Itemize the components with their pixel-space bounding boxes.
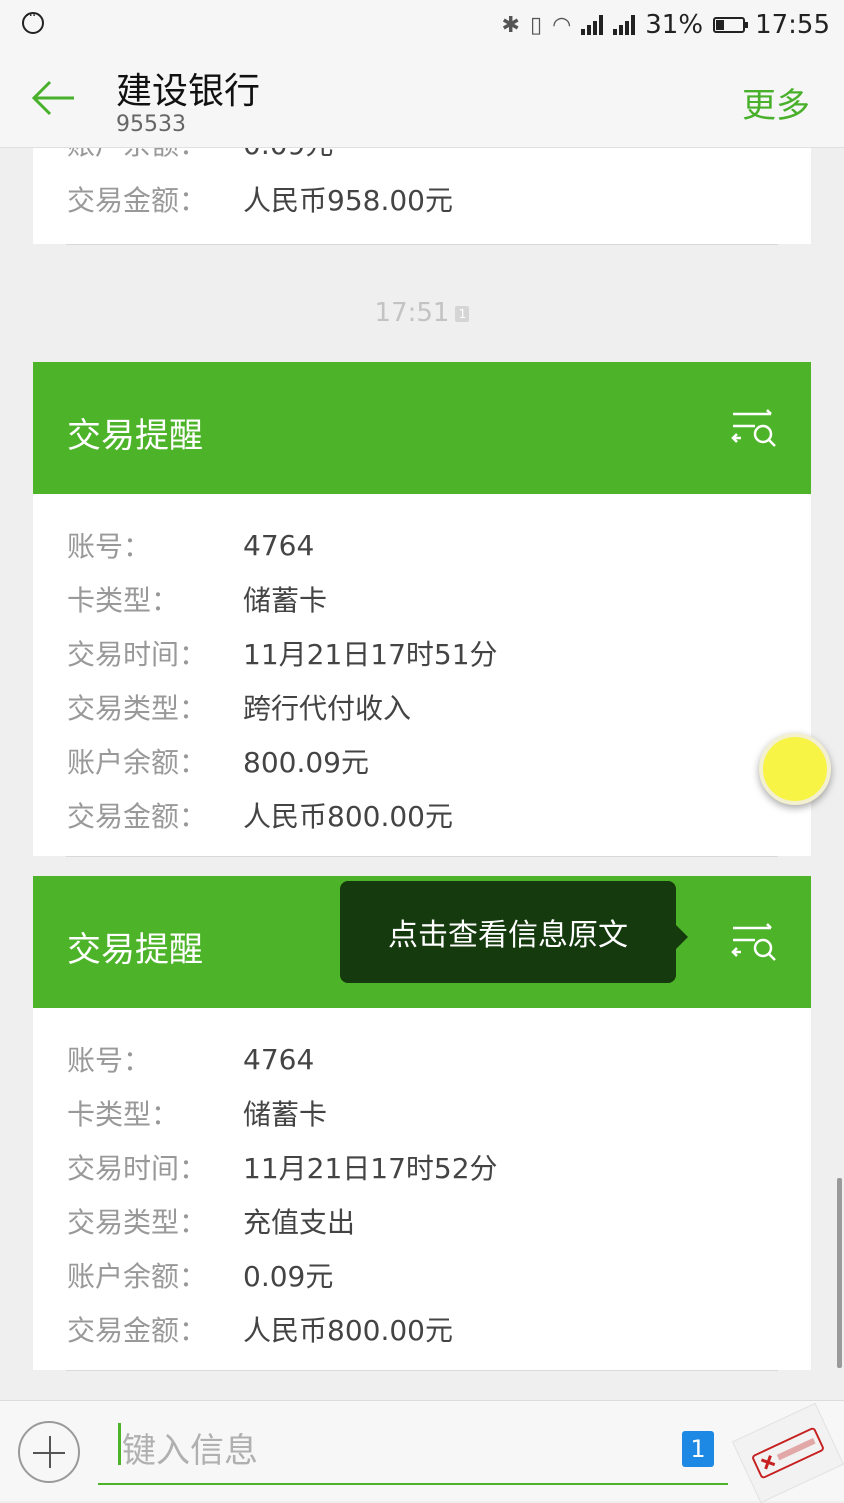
row-value: 充值支出 (243, 1206, 356, 1239)
table-row: 交易时间： 11月21日17时51分 (33, 626, 811, 680)
card-rows: 交易金额： 人民币958.00元 (33, 172, 811, 226)
back-arrow-icon[interactable] (30, 78, 76, 118)
row-label: 卡类型： (67, 1098, 180, 1131)
row-value: 人民币958.00元 (243, 184, 453, 217)
card-title: 交易提醒 (67, 930, 203, 970)
more-button[interactable]: 更多 (742, 78, 810, 127)
table-row: 交易金额： 人民币958.00元 (33, 172, 811, 226)
row-value: 储蓄卡 (243, 1098, 328, 1131)
tooltip-text: 点击查看信息原文 (388, 918, 628, 953)
divider (66, 244, 778, 245)
cut-off-row: 账户余额： 0.09元 (33, 146, 811, 172)
sim-indicator-icon: 1 (455, 305, 470, 322)
bluetooth-icon: ✱ (501, 12, 520, 38)
contact-name[interactable]: 建设银行 (116, 62, 260, 114)
status-bar: ✱ ▯ ◠ 31% 17:55 (0, 0, 844, 50)
message-composer: 键入信息 1 (0, 1400, 844, 1503)
row-label: 交易时间： (67, 638, 208, 671)
view-original-tooltip: 点击查看信息原文 (340, 881, 688, 983)
table-row: 账号： 4764 (33, 1032, 811, 1086)
row-label: 账户余额： (67, 146, 243, 163)
row-value: 人民币800.00元 (243, 1314, 453, 1347)
text-caret (118, 1423, 121, 1465)
row-label: 交易金额： (67, 800, 208, 833)
vibrate-off-icon: ▯ (529, 12, 543, 38)
table-row: 卡类型： 储蓄卡 (33, 1086, 811, 1140)
card-title: 交易提醒 (67, 416, 203, 456)
message-card-partial[interactable]: 账户余额： 0.09元 交易金额： 人民币958.00元 (33, 146, 811, 245)
row-label: 账户余额： (67, 1260, 208, 1293)
table-row: 交易类型： 充值支出 (33, 1194, 811, 1248)
watermark-logo (731, 1402, 844, 1503)
input-placeholder: 键入信息 (122, 1431, 258, 1471)
battery-icon (713, 17, 749, 33)
table-row: 交易金额： 人民币800.00元 (33, 1302, 811, 1356)
row-label: 交易类型： (67, 692, 208, 725)
clock: 17:55 (755, 10, 830, 40)
row-value: 4764 (243, 1042, 315, 1076)
row-value: 人民币800.00元 (243, 800, 453, 833)
row-label: 交易金额： (67, 1314, 208, 1347)
card-rows: 账号： 4764 卡类型： 储蓄卡 交易时间： 11月21日17时52分 交易类型： 充… (33, 1008, 811, 1356)
row-label: 卡类型： (67, 584, 180, 617)
status-icons: ✱ ▯ ◠ 31% 17:55 (502, 8, 830, 42)
row-value: 11月21日17时51分 (243, 638, 498, 671)
row-label: 交易金额： (67, 184, 208, 217)
divider (66, 856, 778, 857)
table-row: 卡类型： 储蓄卡 (33, 572, 811, 626)
table-row: 账号： 4764 (33, 518, 811, 572)
card-header: 交易提醒 (33, 362, 811, 494)
signal-icon (581, 15, 604, 35)
row-value: 0.09元 (243, 146, 333, 163)
row-label: 账号： (67, 1044, 152, 1077)
sim-select-button[interactable]: 1 (682, 1431, 714, 1467)
row-value: 储蓄卡 (243, 584, 328, 617)
battery-percent: 31% (645, 10, 704, 40)
view-original-icon[interactable] (731, 408, 777, 448)
watermark-logo-mark (752, 1427, 824, 1479)
message-card[interactable]: 交易提醒 账号： 4764 卡类型： 储蓄卡 交易时间： 11月21日17时51分 交… (33, 362, 811, 857)
add-attachment-button[interactable] (18, 1421, 80, 1483)
row-value: 11月21日17时52分 (243, 1152, 498, 1185)
battery-level (716, 20, 725, 30)
floating-assistive-button[interactable] (759, 733, 831, 805)
table-row: 账户余额： 0.09元 (33, 1248, 811, 1302)
conversation-header: 建设银行 95533 更多 (0, 50, 844, 148)
row-value: 800.09元 (243, 746, 369, 779)
message-timestamp: 17:51 1 (0, 298, 844, 328)
row-value: 4764 (243, 528, 315, 562)
card-rows: 账号： 4764 卡类型： 储蓄卡 交易时间： 11月21日17时51分 交易类型： 跨… (33, 494, 811, 842)
row-label: 交易类型： (67, 1206, 208, 1239)
table-row: 账户余额： 800.09元 (33, 734, 811, 788)
row-label: 交易时间： (67, 1152, 208, 1185)
view-original-icon[interactable] (731, 922, 777, 962)
signal-icon (613, 15, 636, 35)
message-input[interactable]: 键入信息 1 (98, 1419, 728, 1485)
row-label: 账户余额： (67, 746, 208, 779)
divider (66, 1370, 778, 1371)
contact-number: 95533 (116, 112, 186, 137)
row-value: 0.09元 (243, 1260, 334, 1293)
scrollbar[interactable] (837, 1178, 842, 1368)
table-row: 交易时间： 11月21日17时52分 (33, 1140, 811, 1194)
timestamp-text: 17:51 (374, 298, 450, 328)
wifi-icon: ◠ (552, 12, 572, 38)
table-row: 交易金额： 人民币800.00元 (33, 788, 811, 842)
chat-bubble-icon (22, 8, 44, 34)
table-row: 交易类型： 跨行代付收入 (33, 680, 811, 734)
row-label: 账号： (67, 530, 152, 563)
row-value: 跨行代付收入 (243, 692, 412, 725)
